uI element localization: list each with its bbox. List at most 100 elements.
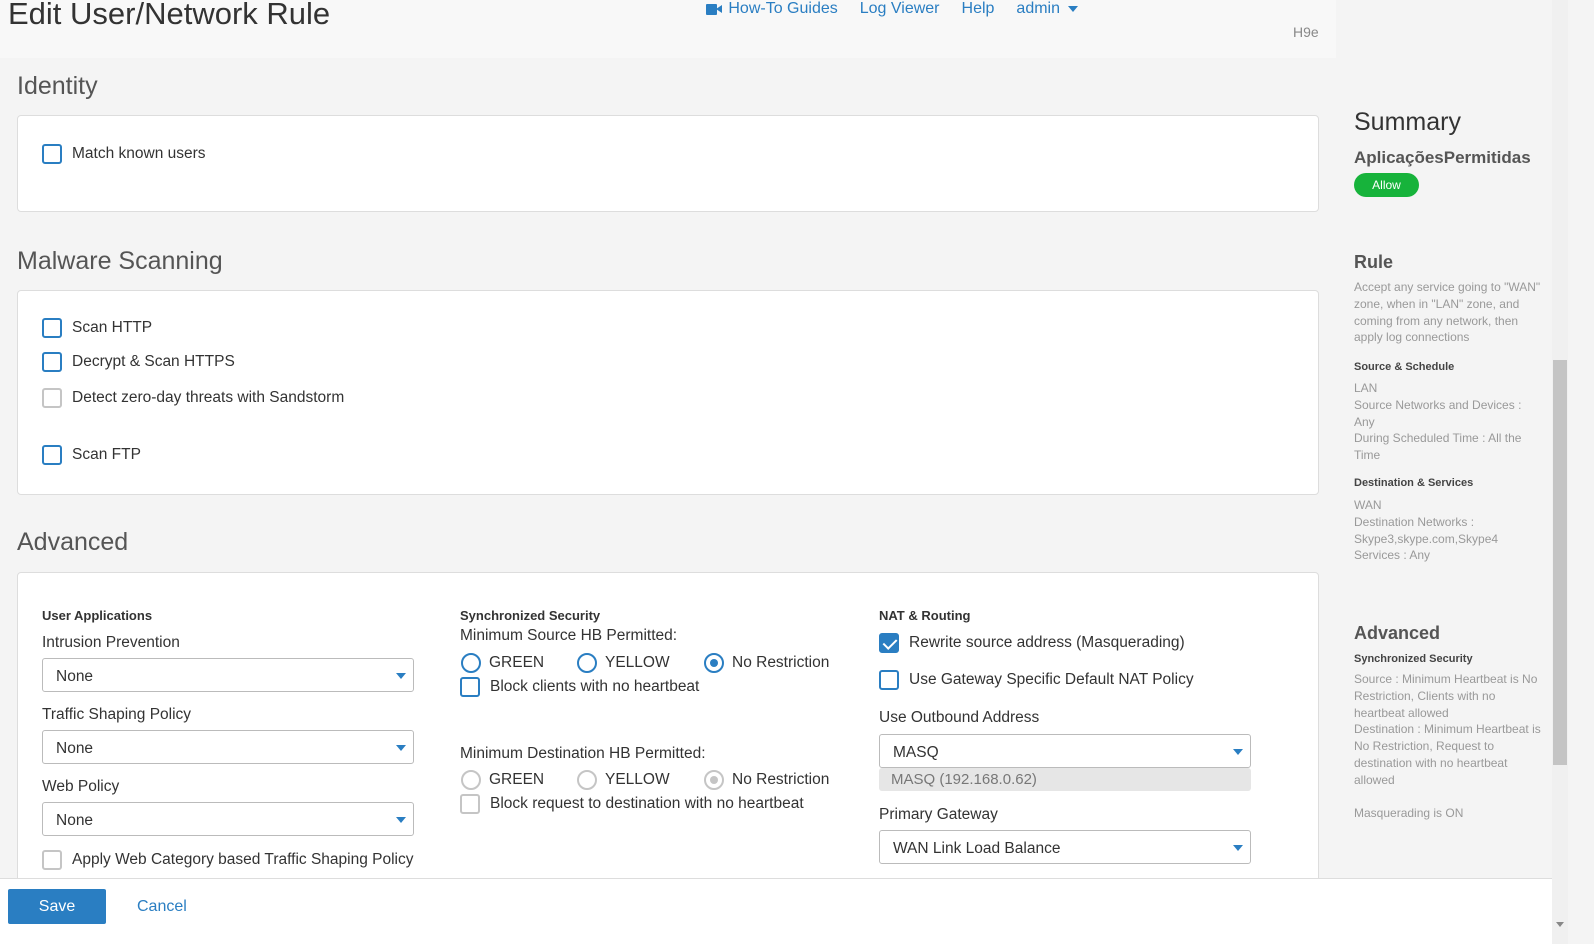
how-to-guides-link[interactable]: How-To Guides (706, 0, 838, 18)
checkbox-box[interactable] (879, 670, 899, 690)
detect-zero-day-checkbox[interactable]: Detect zero-day threats with Sandstorm (42, 388, 344, 408)
radio-circle[interactable] (577, 770, 597, 790)
match-known-users-checkbox[interactable]: Match known users (42, 144, 206, 164)
outbound-address-value: MASQ (893, 744, 939, 761)
scroll-down-arrow-icon[interactable] (1556, 922, 1564, 927)
advanced-card: User Applications Intrusion Prevention N… (17, 572, 1319, 892)
top-nav: How-To Guides Log Viewer Help admin (706, 0, 1078, 18)
dest-green-label: GREEN (489, 771, 545, 788)
summary-sync-text: Source : Minimum Heartbeat is No Restric… (1354, 672, 1541, 787)
source-yellow-radio[interactable]: YELLOW (577, 653, 704, 673)
user-menu[interactable]: admin (1016, 0, 1078, 18)
radio-circle[interactable] (577, 653, 597, 673)
dropdown-arrow-icon (396, 745, 406, 751)
primary-gateway-value: WAN Link Load Balance (893, 840, 1061, 857)
radio-circle[interactable] (704, 770, 724, 790)
summary-title: Summary (1354, 108, 1461, 136)
dropdown-arrow-icon (396, 817, 406, 823)
traffic-shaping-select[interactable]: None (42, 730, 414, 764)
checkbox-box[interactable] (42, 850, 62, 870)
web-policy-select[interactable]: None (42, 802, 414, 836)
how-to-guides-label: How-To Guides (728, 0, 838, 17)
scrollbar-thumb[interactable] (1553, 360, 1567, 765)
summary-rule-desc: Accept any service going to "WAN" zone, … (1354, 280, 1541, 345)
outbound-address-select[interactable]: MASQ (879, 734, 1251, 768)
source-green-radio[interactable]: GREEN (461, 653, 577, 673)
advanced-title: Advanced (17, 528, 129, 556)
apply-web-category-checkbox[interactable]: Apply Web Category based Traffic Shaping… (42, 850, 413, 870)
summary-masq-text: Masquerading is ON (1354, 806, 1464, 820)
source-no-restriction-radio[interactable]: No Restriction (704, 653, 829, 673)
min-source-hb-label: Minimum Source HB Permitted: (460, 627, 678, 644)
right-margin (1568, 0, 1594, 944)
checkbox-box[interactable] (42, 388, 62, 408)
help-link[interactable]: Help (962, 0, 995, 18)
dropdown-arrow-icon (1233, 749, 1243, 755)
detect-zero-day-label: Detect zero-day threats with Sandstorm (72, 389, 345, 406)
block-request-label: Block request to destination with no hea… (490, 795, 804, 812)
user-applications-heading: User Applications (42, 608, 153, 623)
block-clients-label: Block clients with no heartbeat (490, 678, 700, 695)
summary-rule-name: AplicaçõesPermitidas (1354, 148, 1531, 167)
checkbox-box[interactable] (42, 352, 62, 372)
summary-sync-heading: Synchronized Security (1354, 653, 1473, 665)
dest-no-restriction-label: No Restriction (732, 771, 830, 788)
summary-rule-heading: Rule (1354, 252, 1394, 272)
rewrite-source-label: Rewrite source address (Masquerading) (909, 634, 1185, 651)
video-camera-icon (706, 3, 723, 15)
scan-ftp-checkbox[interactable]: Scan FTP (42, 445, 141, 465)
checkbox-box[interactable] (42, 445, 62, 465)
device-id: H9e (1293, 24, 1319, 40)
page-title: Edit User/Network Rule (8, 0, 331, 31)
dropdown-arrow-icon (1233, 845, 1243, 851)
min-dest-hb-label: Minimum Destination HB Permitted: (460, 745, 706, 762)
source-no-restriction-label: No Restriction (732, 654, 830, 671)
dropdown-arrow-icon (396, 673, 406, 679)
decrypt-scan-https-label: Decrypt & Scan HTTPS (72, 353, 235, 370)
radio-circle[interactable] (704, 653, 724, 673)
malware-scanning-title: Malware Scanning (17, 247, 223, 275)
checkbox-box[interactable] (879, 633, 899, 653)
decrypt-scan-https-checkbox[interactable]: Decrypt & Scan HTTPS (42, 352, 235, 372)
match-known-users-label: Match known users (72, 145, 206, 162)
min-dest-hb-radio-group: GREEN YELLOW No Restriction (461, 770, 829, 790)
block-clients-checkbox[interactable]: Block clients with no heartbeat (460, 677, 699, 697)
use-gateway-nat-checkbox[interactable]: Use Gateway Specific Default NAT Policy (879, 670, 1194, 690)
apply-web-category-label: Apply Web Category based Traffic Shaping… (72, 851, 414, 868)
footer-bar: Save Cancel (0, 878, 1552, 944)
checkbox-box[interactable] (42, 318, 62, 338)
radio-circle[interactable] (461, 653, 481, 673)
intrusion-prevention-select[interactable]: None (42, 658, 414, 692)
rewrite-source-checkbox[interactable]: Rewrite source address (Masquerading) (879, 633, 1185, 653)
traffic-shaping-label: Traffic Shaping Policy (42, 706, 192, 723)
scan-ftp-label: Scan FTP (72, 446, 141, 463)
caret-down-icon (1068, 6, 1078, 12)
log-viewer-link[interactable]: Log Viewer (860, 0, 940, 18)
traffic-shaping-value: None (56, 740, 94, 757)
checkbox-box[interactable] (42, 144, 62, 164)
scan-http-checkbox[interactable]: Scan HTTP (42, 318, 152, 338)
cancel-button[interactable]: Cancel (137, 898, 187, 916)
summary-source-heading: Source & Schedule (1354, 361, 1455, 373)
block-request-checkbox[interactable]: Block request to destination with no hea… (460, 794, 804, 814)
primary-gateway-label: Primary Gateway (879, 806, 998, 823)
dest-yellow-radio[interactable]: YELLOW (577, 770, 704, 790)
scan-http-label: Scan HTTP (72, 319, 153, 336)
dest-yellow-label: YELLOW (605, 771, 670, 788)
primary-gateway-select[interactable]: WAN Link Load Balance (879, 830, 1251, 864)
outbound-address-readonly: MASQ (192.168.0.62) (879, 768, 1251, 791)
allow-badge: Allow (1354, 173, 1419, 197)
radio-circle[interactable] (461, 770, 481, 790)
summary-advanced-heading: Advanced (1354, 623, 1441, 643)
checkbox-box[interactable] (460, 794, 480, 814)
intrusion-prevention-value: None (56, 668, 94, 685)
source-yellow-label: YELLOW (605, 654, 670, 671)
checkbox-box[interactable] (460, 677, 480, 697)
synchronized-security-heading: Synchronized Security (460, 608, 601, 623)
use-gateway-nat-label: Use Gateway Specific Default NAT Policy (909, 671, 1194, 688)
dest-no-restriction-radio[interactable]: No Restriction (704, 770, 829, 790)
save-button[interactable]: Save (8, 889, 106, 924)
intrusion-prevention-label: Intrusion Prevention (42, 634, 180, 651)
dest-green-radio[interactable]: GREEN (461, 770, 577, 790)
identity-title: Identity (17, 72, 98, 100)
